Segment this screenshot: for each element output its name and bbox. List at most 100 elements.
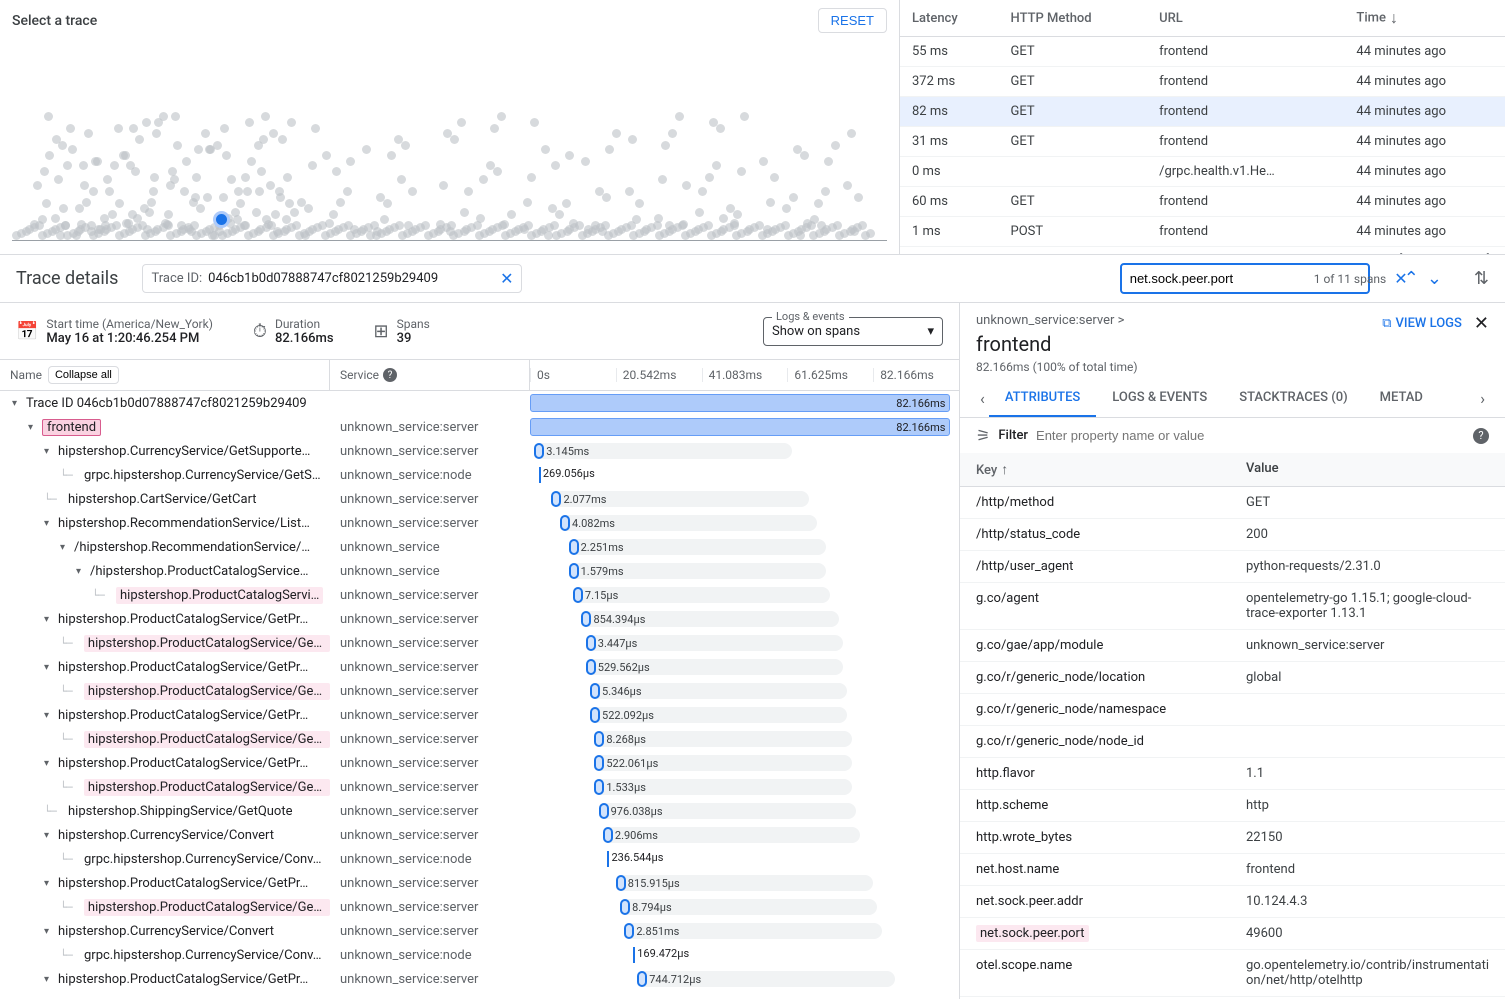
span-row[interactable]: └─hipstershop.ProductCatalogServi…unknow… (0, 583, 959, 607)
span-row[interactable]: └─hipstershop.ProductCatalogService/Get…… (0, 679, 959, 703)
span-row[interactable]: └─hipstershop.ShippingService/GetQuoteun… (0, 799, 959, 823)
key-column-header[interactable]: Key (976, 463, 997, 478)
span-row[interactable]: ▾/hipstershop.ProductCatalogService…unkn… (0, 559, 959, 583)
search-prev-icon[interactable]: ⌃ (1402, 266, 1421, 291)
chevron-down-icon[interactable]: ▾ (44, 974, 56, 985)
span-row[interactable]: ▾hipstershop.RecommendationService/List…… (0, 511, 959, 535)
chevron-down-icon[interactable]: ▾ (44, 614, 56, 625)
span-name: hipstershop.ProductCatalogService/GetPr… (58, 612, 308, 627)
attr-row[interactable]: /http/methodGET (960, 487, 1505, 519)
chevron-down-icon[interactable]: ▾ (28, 422, 40, 433)
span-row[interactable]: ▾hipstershop.CurrencyService/Convertunkn… (0, 823, 959, 847)
span-row[interactable]: ▾Trace ID 046cb1b0d07888747cf8021259b294… (0, 391, 959, 415)
chevron-down-icon[interactable]: ▾ (44, 710, 56, 721)
span-row[interactable]: └─hipstershop.ProductCatalogService/Get…… (0, 727, 959, 751)
attr-row[interactable]: http.wrote_bytes22150 (960, 822, 1505, 854)
trace-id-input[interactable]: Trace ID: 046cb1b0d07888747cf8021259b294… (142, 264, 522, 293)
attr-row[interactable]: g.co/gae/app/moduleunknown_service:serve… (960, 630, 1505, 662)
span-row[interactable]: └─hipstershop.ProductCatalogService/Get…… (0, 631, 959, 655)
table-row[interactable]: 31 msGETfrontend44 minutes ago (900, 127, 1505, 157)
span-row[interactable]: ▾hipstershop.ProductCatalogService/GetPr… (0, 871, 959, 895)
chevron-down-icon[interactable]: ▾ (60, 542, 72, 553)
chevron-down-icon[interactable]: ▾ (44, 662, 56, 673)
span-row[interactable]: └─hipstershop.ProductCatalogService/Get…… (0, 895, 959, 919)
span-row[interactable]: ▾hipstershop.ProductCatalogService/GetPr… (0, 751, 959, 775)
span-name: hipstershop.CartService/GetCart (68, 492, 257, 507)
table-row[interactable]: 1 msPOSTfrontend44 minutes ago (900, 217, 1505, 247)
span-row[interactable]: └─grpc.hipstershop.CurrencyService/GetS…… (0, 463, 959, 487)
search-field[interactable] (1130, 271, 1306, 286)
span-timeline: 522.061µs (530, 751, 959, 775)
tab[interactable]: METAD (1364, 380, 1439, 417)
span-row[interactable]: ▾hipstershop.CurrencyService/Convertunkn… (0, 919, 959, 943)
span-search-input[interactable]: 1 of 11 spans ✕ (1120, 263, 1370, 294)
span-row[interactable]: ▾hipstershop.ProductCatalogService/GetPr… (0, 703, 959, 727)
filter-help-icon[interactable]: ? (1473, 428, 1489, 444)
table-row[interactable]: 55 msGETfrontend44 minutes ago (900, 37, 1505, 67)
view-logs-button[interactable]: ⧉ VIEW LOGS (1382, 316, 1462, 331)
value-column-header[interactable]: Value (1246, 461, 1489, 476)
details-header: Trace details Trace ID: 046cb1b0d0788874… (0, 255, 1505, 303)
span-row[interactable]: └─hipstershop.CartService/GetCartunknown… (0, 487, 959, 511)
chevron-down-icon[interactable]: ▾ (44, 926, 56, 937)
chevron-down-icon[interactable]: ▾ (76, 566, 88, 577)
tab[interactable]: LOGS & EVENTS (1096, 380, 1223, 417)
column-header[interactable]: URL (1147, 0, 1344, 37)
table-row[interactable]: 60 msGETfrontend44 minutes ago (900, 187, 1505, 217)
filter-input[interactable] (1036, 428, 1465, 443)
span-row[interactable]: └─grpc.hipstershop.CurrencyService/Conv…… (0, 847, 959, 871)
attr-row[interactable]: g.co/r/generic_node/locationglobal (960, 662, 1505, 694)
chevron-down-icon[interactable]: ▾ (44, 830, 56, 841)
attr-row[interactable]: http.flavor1.1 (960, 758, 1505, 790)
column-header[interactable]: HTTP Method (999, 0, 1148, 37)
table-row[interactable]: 372 msGETfrontend44 minutes ago (900, 67, 1505, 97)
chevron-down-icon[interactable]: ▾ (44, 878, 56, 889)
span-row[interactable]: ▾hipstershop.ProductCatalogService/GetPr… (0, 655, 959, 679)
attr-key: g.co/r/generic_node/namespace (976, 702, 1166, 717)
attr-row[interactable]: /http/status_code200 (960, 519, 1505, 551)
span-service: unknown_service:server (330, 775, 530, 799)
chevron-down-icon[interactable]: ▾ (12, 398, 24, 409)
table-row[interactable]: 0 ms/grpc.health.v1.He…44 minutes ago (900, 157, 1505, 187)
close-icon[interactable]: ✕ (1474, 313, 1489, 334)
span-row[interactable]: ▾hipstershop.ProductCatalogService/GetPr… (0, 967, 959, 991)
tab[interactable]: STACKTRACES (0) (1223, 380, 1363, 417)
attr-row[interactable]: net.sock.peer.addr10.124.4.3 (960, 886, 1505, 918)
chevron-down-icon[interactable]: ▾ (44, 758, 56, 769)
search-next-icon[interactable]: ⌄ (1425, 266, 1444, 291)
attr-row[interactable]: net.sock.peer.port49600 (960, 918, 1505, 950)
chevron-down-icon: └─ (60, 853, 82, 866)
clear-trace-id-icon[interactable]: ✕ (500, 269, 513, 288)
tabs-next-icon[interactable]: › (1476, 389, 1489, 408)
column-header[interactable]: Latency (900, 0, 999, 37)
span-row[interactable]: └─hipstershop.ProductCatalogService/Get…… (0, 775, 959, 799)
first-page-icon[interactable]: ⎮◂ (1396, 253, 1416, 254)
tabs-prev-icon[interactable]: ‹ (976, 389, 989, 408)
last-page-icon[interactable]: ▸⎮ (1473, 253, 1493, 254)
chevron-down-icon[interactable]: ▾ (44, 518, 56, 529)
table-row[interactable]: 82 msGETfrontend44 minutes ago (900, 97, 1505, 127)
prev-page-icon[interactable]: ◂ (1428, 253, 1438, 254)
span-row[interactable]: ▾/hipstershop.RecommendationService/…unk… (0, 535, 959, 559)
chevron-down-icon[interactable]: ▾ (44, 446, 56, 457)
attr-row[interactable]: g.co/r/generic_node/namespace (960, 694, 1505, 726)
attr-row[interactable]: otel.scope.namego.opentelemetry.io/contr… (960, 950, 1505, 997)
span-row[interactable]: ▾frontendunknown_service:server82.166ms (0, 415, 959, 439)
next-page-icon[interactable]: ▸ (1450, 253, 1460, 254)
attr-row[interactable]: g.co/r/generic_node/node_id (960, 726, 1505, 758)
expand-icon[interactable]: ⇅ (1474, 268, 1489, 289)
span-row[interactable]: ▾hipstershop.CurrencyService/GetSupporte… (0, 439, 959, 463)
attr-row[interactable]: /http/user_agentpython-requests/2.31.0 (960, 551, 1505, 583)
column-header[interactable]: Time↓ (1344, 0, 1505, 37)
collapse-all-button[interactable]: Collapse all (48, 366, 119, 384)
span-row[interactable]: └─grpc.hipstershop.CurrencyService/Conv…… (0, 943, 959, 967)
tab[interactable]: ATTRIBUTES (989, 380, 1096, 417)
help-icon[interactable]: ? (383, 368, 397, 382)
attr-row[interactable]: http.schemehttp (960, 790, 1505, 822)
reset-button[interactable]: RESET (818, 8, 887, 33)
logs-events-dropdown[interactable]: Logs & events Show on spans ▾ (763, 317, 943, 346)
scatter-chart[interactable] (12, 41, 887, 241)
attr-row[interactable]: net.host.namefrontend (960, 854, 1505, 886)
attr-row[interactable]: g.co/agentopentelemetry-go 1.15.1; googl… (960, 583, 1505, 630)
span-row[interactable]: ▾hipstershop.ProductCatalogService/GetPr… (0, 607, 959, 631)
